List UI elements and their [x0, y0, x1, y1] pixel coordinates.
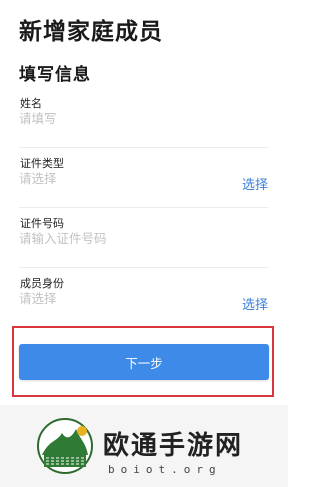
- member-role-field: 成员身份 选择: [19, 275, 268, 328]
- member-role-input[interactable]: [19, 289, 209, 307]
- site-logo-icon: [37, 418, 93, 474]
- watermark-subtitle: boiot.org: [108, 463, 222, 476]
- section-title: 填写信息: [19, 65, 91, 85]
- id-number-field: 证件号码: [19, 215, 268, 268]
- watermark-title: 欧通手游网: [103, 431, 244, 461]
- page-title: 新增家庭成员: [19, 19, 163, 45]
- id-type-field: 证件类型 选择: [19, 155, 268, 208]
- watermark: 欧通手游网 boiot.org: [0, 405, 288, 487]
- next-step-button[interactable]: 下一步: [19, 344, 269, 380]
- name-field: 姓名: [19, 95, 268, 148]
- id-type-input[interactable]: [19, 169, 209, 187]
- name-input[interactable]: [19, 109, 209, 127]
- id-type-select-button[interactable]: 选择: [242, 174, 268, 193]
- id-number-input[interactable]: [19, 229, 209, 247]
- member-role-select-button[interactable]: 选择: [242, 294, 268, 313]
